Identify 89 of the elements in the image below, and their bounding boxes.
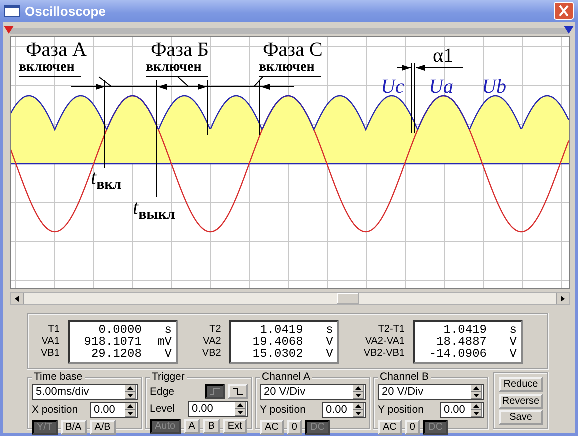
mode-button[interactable]: AC [378, 420, 402, 435]
position-field[interactable]: 0.00 [440, 402, 484, 418]
action-button[interactable]: Reverse [499, 394, 543, 408]
readout-value: 18.4887 [436, 336, 487, 348]
close-icon[interactable] [554, 2, 574, 20]
group-title: Trigger [151, 372, 186, 383]
scale-field[interactable]: 20 V/Div [378, 384, 484, 400]
phase-label: Фаза Б [151, 40, 209, 60]
scroll-right-icon[interactable] [561, 296, 565, 302]
field-label: Y position [378, 404, 425, 416]
phase-label: Фаза С [263, 40, 323, 60]
readout-label: T2 [210, 324, 222, 336]
mode-button[interactable]: Ext [222, 419, 248, 434]
leader-line [178, 76, 190, 88]
readout-label: T2-T1 [378, 324, 405, 336]
time-label: t$_{вкл}$ [91, 168, 122, 193]
group-title: Time base [33, 372, 84, 383]
cursor-marker-icon[interactable] [564, 26, 574, 34]
field-label: X position [32, 404, 80, 416]
unit-label: s [164, 324, 172, 336]
state-label: включен [19, 61, 81, 77]
level-field[interactable]: 0.00 [188, 401, 248, 417]
unit-label: V [164, 348, 172, 360]
state-label: включен [146, 61, 208, 77]
group-title: Channel B [379, 372, 430, 383]
spin-arrows-icon[interactable] [125, 385, 136, 399]
spin-arrows-icon[interactable] [353, 385, 364, 399]
mode-button[interactable]: 0 [286, 420, 302, 435]
action-button[interactable]: Reduce [499, 377, 543, 392]
readout-label: VB1 [41, 348, 60, 360]
voltage-label: Uc [381, 77, 404, 97]
leader-line [254, 76, 264, 88]
readout-value: 1.0419 [259, 324, 304, 336]
mode-button[interactable]: A [184, 419, 200, 434]
readout-label: VA2-VA1 [365, 336, 405, 348]
mode-button[interactable]: B [203, 419, 220, 434]
spin-arrows-icon[interactable] [471, 385, 482, 399]
readout-label: VB2 [202, 348, 222, 360]
falling-edge-icon [233, 388, 243, 396]
window-title: Oscilloscope [25, 4, 106, 18]
readout-value: 918.1071 [83, 336, 142, 348]
spin-arrows-icon[interactable] [235, 402, 246, 416]
cursor-marker-icon[interactable] [4, 26, 14, 34]
scrollbar[interactable] [10, 292, 570, 305]
voltage-label: Ua [429, 77, 454, 97]
leader-line [98, 76, 112, 88]
readout-label: T1 [48, 324, 60, 336]
position-field[interactable]: 0.00 [90, 402, 138, 418]
position-field[interactable]: 0.00 [322, 402, 366, 418]
phase-label: Фаза А [26, 40, 87, 60]
field-label: Y position [260, 404, 307, 416]
angle-label: α1 [433, 46, 454, 66]
scale-field[interactable]: 5.00ms/div [32, 384, 138, 400]
unit-label: V [325, 348, 334, 360]
unit-label: mV [156, 336, 172, 348]
readout-value: 1.0419 [442, 324, 487, 336]
mode-button[interactable]: A/B [90, 420, 116, 435]
spin-arrows-icon[interactable] [353, 403, 364, 417]
scale-field[interactable]: 20 V/Div [260, 384, 366, 400]
spin-arrows-icon[interactable] [125, 403, 136, 417]
unit-label: s [325, 324, 334, 336]
unit-label: V [325, 336, 334, 348]
edge-button[interactable] [205, 384, 225, 399]
readout-label: VB2-VB1 [364, 348, 405, 360]
readout-value: 29.1208 [90, 348, 142, 360]
mode-button[interactable]: 0 [404, 420, 420, 435]
unit-label: s [508, 324, 517, 336]
scroll-left-icon[interactable] [15, 296, 19, 302]
field-label: Edge [150, 386, 176, 398]
unit-label: V [508, 348, 517, 360]
group-title: Channel A [261, 372, 312, 383]
window-icon [4, 5, 20, 17]
unit-label: V [508, 336, 517, 348]
action-button[interactable]: Save [499, 410, 543, 425]
state-label: включен [259, 61, 321, 77]
readout-value: -14.0906 [428, 348, 487, 360]
readout-label: VA2 [203, 336, 222, 348]
readout-value: 15.0302 [252, 348, 304, 360]
readout-value: 0.0000 [98, 324, 142, 336]
rising-edge-icon [210, 388, 220, 396]
readout-label: VA1 [42, 336, 60, 348]
mode-button[interactable]: B/A [60, 420, 87, 435]
readout-value: 19.4068 [252, 336, 304, 348]
field-label: Level [150, 403, 176, 415]
time-label: t$_{выкл}$ [133, 198, 176, 223]
scroll-thumb[interactable] [337, 293, 359, 304]
spin-arrows-icon[interactable] [471, 403, 482, 417]
voltage-label: Ub [482, 77, 506, 97]
mode-button[interactable]: AC [260, 420, 284, 435]
